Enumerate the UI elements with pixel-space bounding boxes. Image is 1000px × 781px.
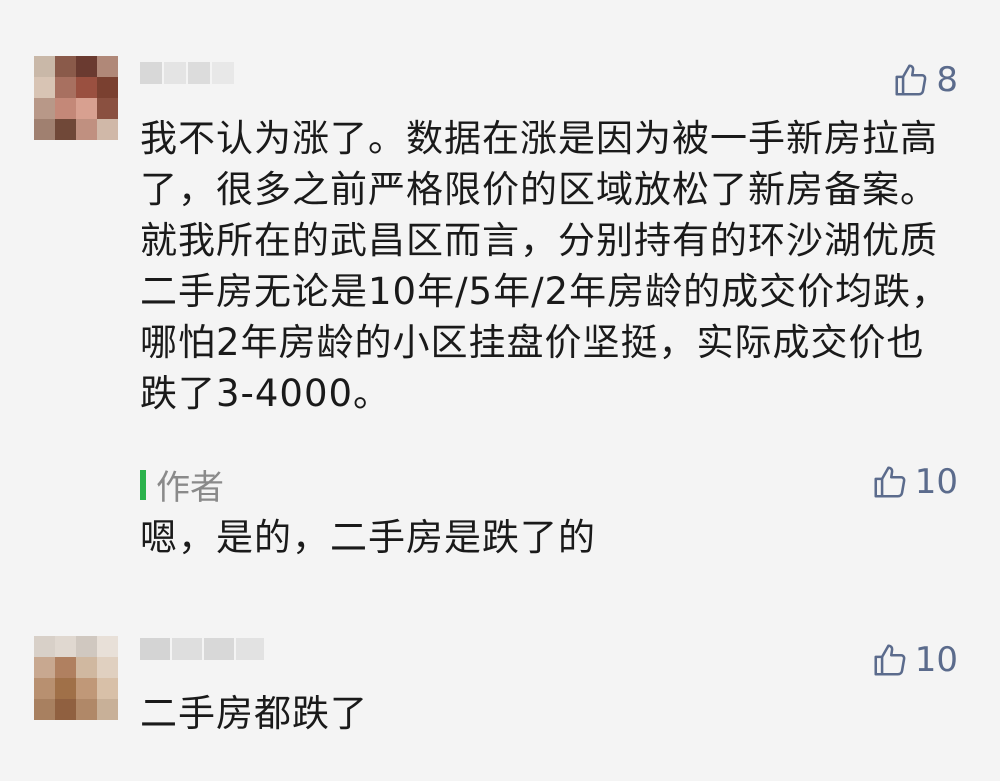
comment-text: 我不认为涨了。数据在涨是因为被一手新房拉高了，很多之前严格限价的区域放松了新房备… [140,117,950,415]
like-count: 10 [914,462,958,502]
author-label-text: 作者 [156,468,224,508]
thumbs-up-icon [874,466,906,498]
reply-like-button[interactable]: 10 [871,462,958,502]
comment-list: 8 我不认为涨了。数据在涨是因为被一手新房拉高了，很多之前严格限价的区域放松了新… [0,0,1000,781]
like-count: 10 [914,640,958,680]
nickname-blurred [140,638,266,664]
nickname-blurred [140,62,236,88]
thumbs-up-icon [874,644,906,676]
like-button[interactable]: 8 [892,60,958,100]
author-bar [140,469,146,500]
reply-text: 嗯，是的，二手房是跌了的 [140,516,596,559]
author-reply-label: 作者 [140,460,224,509]
like-count: 8 [936,60,958,100]
avatar[interactable] [34,56,118,140]
thumbs-up-icon [895,64,927,96]
comment-text: 二手房都跌了 [140,692,368,735]
avatar[interactable] [34,636,118,720]
like-button[interactable]: 10 [871,640,958,680]
